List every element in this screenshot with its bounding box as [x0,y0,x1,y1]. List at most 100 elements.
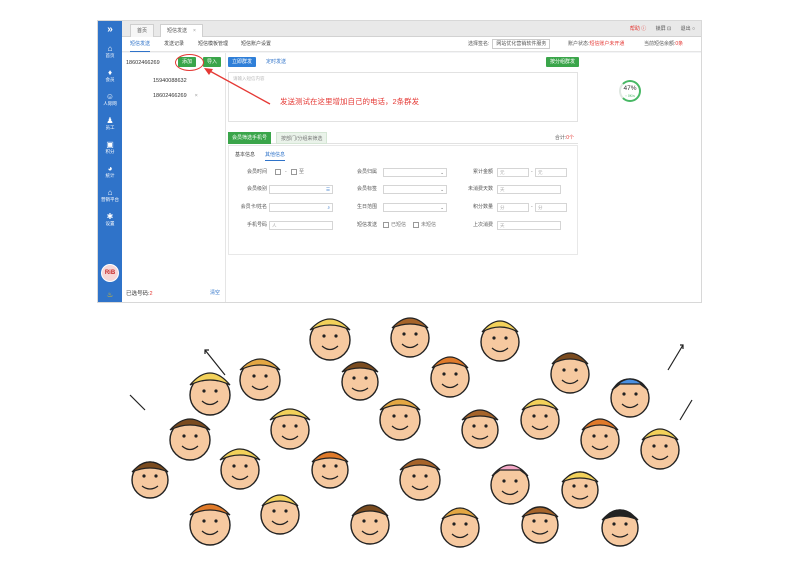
top-tab-bar: 首页 短信发送 × 帮助 ⓘ 锁屏 ⊡ 退出 ○ [122,21,701,37]
sidebar-item-home[interactable]: ⌂ 首页 [98,39,122,63]
field-label: 上次消费 [472,222,493,228]
phone-count-input[interactable]: 人 [269,221,333,230]
group-send-button[interactable]: 按分组群发 [546,57,580,67]
field-label: 生日范围 [356,204,377,210]
member-filter-tabs: 会员筛选手机号 按部门/分组来筛选 合计:0个 [228,132,578,144]
signature-label: 选择签名: [468,41,490,47]
sidebar-item-staff[interactable]: ♟ 员工 [98,111,122,135]
sms-balance-label: 当前短信余额: [644,41,676,47]
member-total-label: 合计: [554,135,567,141]
sms-balance: 当前短信余额:0条 [644,37,683,52]
people-icon: ☺ [105,91,115,101]
birthday-select[interactable]: ⌄ [383,203,447,212]
gauge-percent: 47% [623,85,637,92]
member-total: 合计:0个 [555,132,574,144]
field-label: 积分数量 [472,204,493,210]
collapse-sidebar-button[interactable]: » [98,21,122,39]
calendar-end-checkbox[interactable] [291,169,297,175]
no-consume-days-input[interactable]: 天 [497,185,561,194]
amount-to-input[interactable]: 元 [535,168,567,177]
field-label: 短信发送 [356,222,377,228]
alert-icon[interactable]: ♨ [98,291,122,299]
phone-list-panel: 18602466269 15940088632 18602466269 × 已选号… [122,53,226,302]
diamond-icon: ♦ [107,67,113,77]
subtab-send-records[interactable]: 发送记录 [164,37,184,52]
subtab-sms-send[interactable]: 短信发送 [130,37,151,52]
signature-select[interactable]: 网站优化营销软件服务 [492,39,551,49]
phone-number: 18602466269 [153,93,187,99]
field-label: 会员级别 [246,186,267,192]
lock-screen-link[interactable]: 锁屏 ⊡ [656,26,672,32]
sidebar-item-label: 人际网 [103,100,117,106]
chevron-down-icon: ⌄ [440,170,444,175]
subtab-account-settings[interactable]: 短信账户设置 [241,37,271,52]
id-card-icon: ▣ [106,139,114,149]
sidebar-item-settings[interactable]: ✱ 设置 [98,207,122,231]
sidebar-item-member[interactable]: ♦ 会员 [98,63,122,87]
subtab-template-manage[interactable]: 短信模板管理 [198,37,228,52]
range-separator: - [285,169,287,175]
unsent-checkbox[interactable] [413,222,419,228]
home-icon: ⌂ [107,43,113,53]
sent-checkbox[interactable] [383,222,389,228]
amount-from-input[interactable]: 元 [497,168,529,177]
phone-input[interactable]: 18602466269 [126,60,160,66]
range-separator: - [531,204,533,210]
tab-sms-send[interactable]: 短信发送 × [160,24,203,37]
calendar-start-checkbox[interactable] [275,169,281,175]
close-icon[interactable]: × [193,28,196,34]
list-item[interactable]: 15940088632 [153,78,187,84]
sidebar-item-marketing[interactable]: ⌂ 营销平台 [98,183,122,207]
annotation-text: 发送测试在这里增加自己的电话，2条群发 [280,97,420,106]
cartoon-kids-illustration [129,317,693,548]
field-label: 会员卡/姓名 [240,204,267,210]
list-icon: ☰ [325,187,330,192]
logout-link[interactable]: 退出 ○ [681,26,695,32]
sidebar-item-label: 员工 [105,124,115,130]
clear-button[interactable]: 清空 [210,289,220,296]
help-link[interactable]: 帮助 ⓘ [630,26,646,32]
search-icon[interactable]: ⌕ [327,204,330,211]
points-to-input[interactable]: 分 [535,203,567,212]
chevron-down-icon: ⌄ [440,187,444,192]
sms-content-placeholder: 请输入短信内容 [233,76,265,81]
unsent-option-label: 未短信 [421,222,437,228]
selected-count: 已选号码:2 [126,289,153,297]
sidebar-item-network[interactable]: ☺ 人际网 [98,87,122,111]
sidebar-item-stats[interactable]: ◕ 统计 [98,159,122,183]
field-label: 会员时间 [246,169,267,175]
account-status-value[interactable]: 短信账户未开通 [589,41,624,47]
store-select[interactable]: ⌄ [383,168,447,177]
last-consume-input[interactable]: 天 [497,221,561,230]
sidebar-item-label: 首页 [105,52,115,58]
field-label: 未消费天数 [467,186,493,192]
sms-balance-value: 0条 [675,41,684,47]
tab-basic-info[interactable]: 基本信息 [235,150,255,160]
shop-icon: ⌂ [107,187,113,197]
sidebar-item-label: 统计 [105,172,115,178]
scheduled-send-button[interactable]: 定时发送 [262,57,290,67]
sidebar-item-label: 营销平台 [101,196,119,202]
tab-other-info[interactable]: 其他信息 [265,150,286,161]
tag-select[interactable]: ⌄ [383,185,447,194]
tab-group-filter[interactable]: 按部门/分组来筛选 [276,132,328,144]
list-item[interactable]: 18602466269 × [153,93,198,99]
level-select[interactable]: ☰ [269,185,333,194]
points-from-input[interactable]: 分 [497,203,529,212]
range-separator: - [531,169,533,175]
range-separator: 至 [299,169,305,175]
tab-member-filter[interactable]: 会员筛选手机号 [228,132,272,144]
tab-home[interactable]: 首页 [130,24,155,37]
send-now-button[interactable]: 立即群发 [228,57,257,67]
sidebar-item-label: 会员 [105,76,115,82]
pie-chart-icon: ◕ [107,163,113,173]
phone-number: 15940088632 [153,78,187,84]
card-name-input[interactable]: ⌕ [269,203,333,212]
import-button[interactable]: 导入 [203,57,222,67]
sidebar-item-points[interactable]: ▣ 积分 [98,135,122,159]
close-icon[interactable]: × [195,93,198,99]
filter-form: 基本信息 其他信息 会员时间 - 至 会员归属 ⌄ 累计金额 元 - 元 会员级… [228,145,578,255]
chevron-down-icon: ⌄ [440,205,444,210]
account-status-label: 账户状态: [568,41,590,47]
tab-label: 短信发送 [167,28,188,34]
